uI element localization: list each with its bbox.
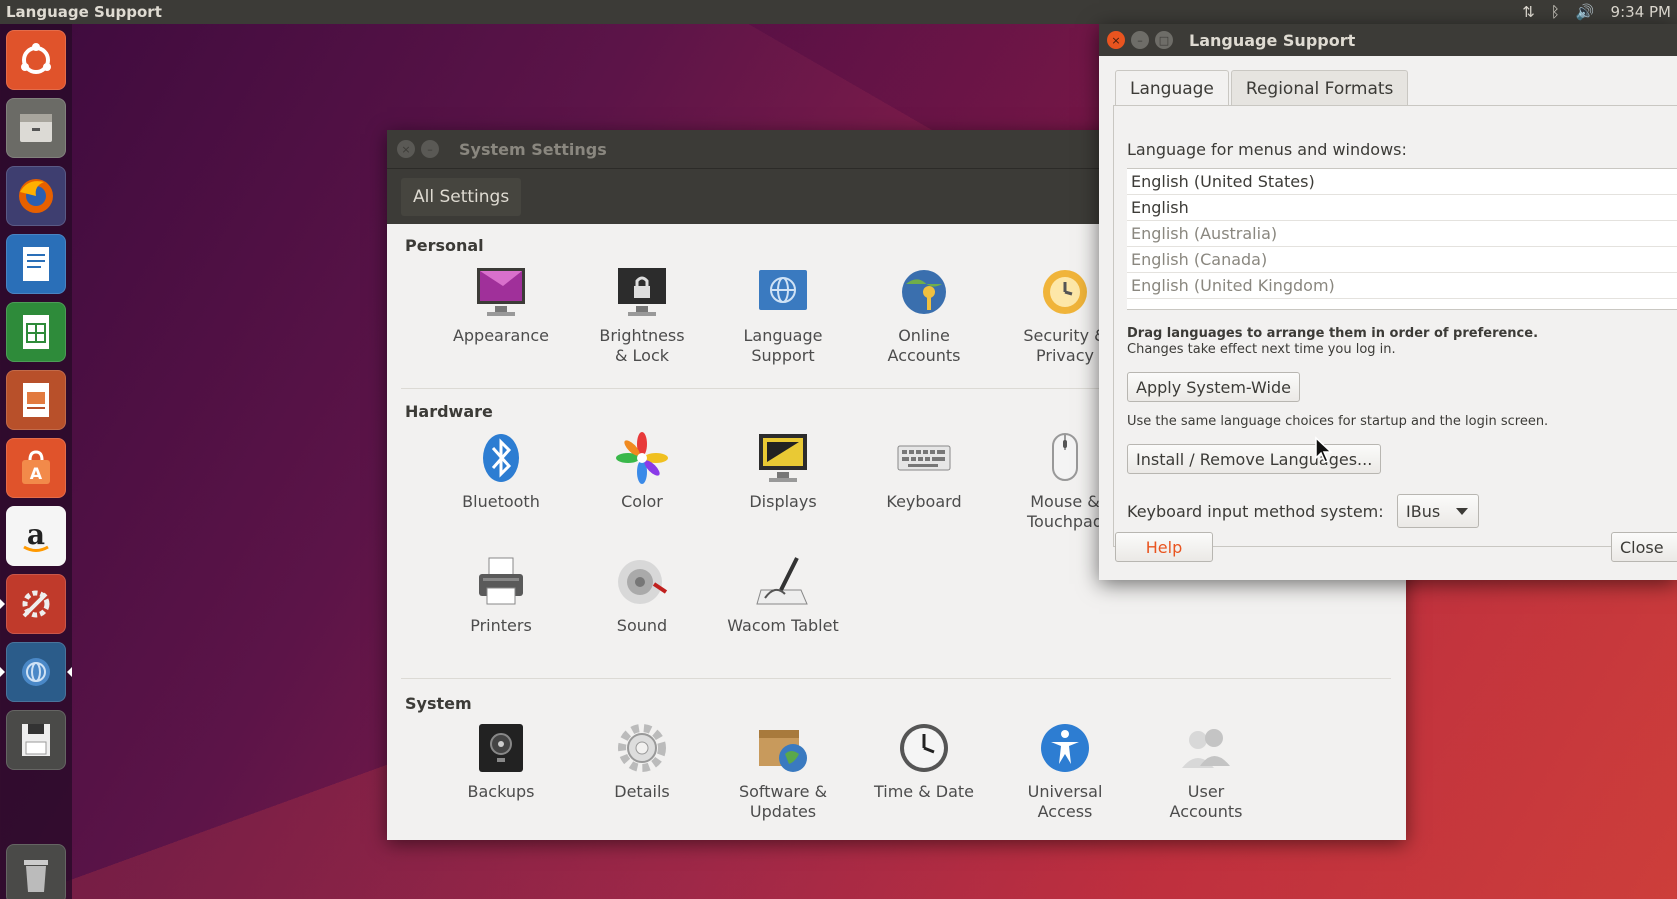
clock-icon: [900, 724, 948, 772]
list-item[interactable]: English (Canada): [1127, 247, 1677, 273]
online-accounts-icon: [902, 270, 946, 314]
close-icon[interactable]: ×: [397, 140, 415, 158]
setting-wacom-tablet[interactable]: Wacom Tablet: [718, 554, 848, 636]
universal-access-icon: [1041, 724, 1089, 772]
software-updates-icon: [759, 730, 807, 772]
section-label-personal: Personal: [405, 236, 484, 255]
minimize-icon[interactable]: –: [1131, 31, 1149, 49]
calc-icon[interactable]: [6, 302, 66, 362]
printer-icon: [479, 557, 523, 605]
gear-icon: [618, 724, 666, 772]
close-button[interactable]: Close: [1611, 532, 1677, 562]
list-item[interactable]: English (Australia): [1127, 221, 1677, 247]
setting-details[interactable]: Details: [577, 720, 707, 802]
software-center-icon[interactable]: A: [6, 438, 66, 498]
drag-hint: Drag languages to arrange them in order …: [1127, 326, 1539, 341]
setting-printers[interactable]: Printers: [436, 554, 566, 636]
bluetooth-icon: [483, 434, 519, 482]
active-app-title: Language Support: [6, 3, 162, 21]
language-list[interactable]: English (United States) English English …: [1127, 168, 1677, 310]
focused-indicator-icon: [67, 667, 72, 677]
window-title: System Settings: [459, 139, 607, 159]
clock[interactable]: 9:34 PM: [1611, 3, 1671, 21]
display-icon: [759, 434, 807, 482]
tab-language[interactable]: Language: [1115, 70, 1229, 106]
apply-description: Use the same language choices for startu…: [1127, 414, 1549, 429]
setting-brightness-lock[interactable]: Brightness & Lock: [577, 264, 707, 366]
floppy-icon[interactable]: [6, 710, 66, 770]
svg-text:a: a: [27, 518, 45, 551]
maximize-icon[interactable]: □: [1155, 31, 1173, 49]
trash-icon[interactable]: [6, 844, 66, 899]
language-support-icon[interactable]: [6, 642, 66, 702]
tab-regional-formats[interactable]: Regional Formats: [1230, 70, 1409, 106]
chevron-down-icon: [1456, 508, 1468, 515]
appearance-icon: [477, 268, 525, 316]
language-support-window: × – □ Language Support Language Regional…: [1099, 24, 1677, 580]
network-icon[interactable]: ⇅: [1522, 3, 1535, 21]
changes-hint: Changes take effect next time you log in…: [1127, 342, 1396, 357]
setting-backups[interactable]: Backups: [436, 720, 566, 802]
setting-online-accounts[interactable]: Online Accounts: [859, 264, 989, 366]
apply-system-wide-button[interactable]: Apply System-Wide: [1127, 372, 1300, 402]
keyboard-input-method-select[interactable]: IBus: [1397, 494, 1479, 528]
sound-icon: [618, 560, 668, 604]
tab-bar: Language Regional Formats: [1115, 70, 1410, 106]
help-button[interactable]: Help: [1115, 532, 1213, 562]
setting-language-support[interactable]: Language Support: [718, 264, 848, 366]
running-indicator-icon: [0, 599, 5, 609]
mouse-cursor-icon: [1315, 436, 1333, 463]
keyboard-input-method-label: Keyboard input method system:: [1127, 502, 1384, 521]
setting-universal-access[interactable]: Universal Access: [1000, 720, 1130, 822]
window-title: Language Support: [1189, 30, 1356, 50]
files-icon[interactable]: [6, 98, 66, 158]
section-label-hardware: Hardware: [405, 402, 493, 421]
list-item[interactable]: English (United States): [1127, 169, 1677, 195]
lock-icon: [618, 268, 666, 316]
setting-sound[interactable]: Sound: [577, 554, 707, 636]
menus-language-label: Language for menus and windows:: [1127, 140, 1407, 159]
svg-text:A: A: [30, 464, 43, 483]
launcher: A a: [0, 24, 72, 899]
running-indicator-icon: [0, 667, 5, 677]
system-tray: ⇅ ᛒ 🔊 9:34 PM: [1522, 0, 1671, 24]
setting-keyboard[interactable]: Keyboard: [859, 430, 989, 512]
volume-icon[interactable]: 🔊: [1576, 3, 1595, 21]
user-accounts-icon: [1182, 729, 1230, 768]
system-settings-icon[interactable]: [6, 574, 66, 634]
section-label-system: System: [405, 694, 472, 713]
ubuntu-dash-icon[interactable]: [6, 30, 66, 90]
setting-color[interactable]: Color: [577, 430, 707, 512]
firefox-icon[interactable]: [6, 166, 66, 226]
wacom-tablet-icon: [756, 557, 808, 605]
setting-displays[interactable]: Displays: [718, 430, 848, 512]
color-icon: [616, 432, 668, 484]
list-item[interactable]: English (United Kingdom): [1127, 273, 1677, 299]
mouse-icon: [1052, 433, 1078, 481]
section-separator: [401, 678, 1391, 679]
setting-user-accounts[interactable]: User Accounts: [1141, 720, 1271, 822]
impress-icon[interactable]: [6, 370, 66, 430]
setting-bluetooth[interactable]: Bluetooth: [436, 430, 566, 512]
close-icon[interactable]: ×: [1107, 31, 1125, 49]
all-settings-button[interactable]: All Settings: [401, 177, 522, 216]
backups-icon: [479, 724, 523, 772]
setting-appearance[interactable]: Appearance: [436, 264, 566, 346]
minimize-icon[interactable]: –: [421, 140, 439, 158]
top-panel: Language Support ⇅ ᛒ 🔊 9:34 PM: [0, 0, 1677, 24]
bluetooth-icon[interactable]: ᛒ: [1551, 3, 1560, 21]
install-remove-languages-button[interactable]: Install / Remove Languages...: [1127, 444, 1382, 474]
writer-icon[interactable]: [6, 234, 66, 294]
amazon-icon[interactable]: a: [6, 506, 66, 566]
security-privacy-icon: [1043, 270, 1087, 314]
select-value: IBus: [1406, 501, 1441, 521]
keyboard-icon: [897, 445, 951, 471]
list-item[interactable]: English: [1127, 195, 1677, 221]
language-icon: [759, 270, 807, 310]
setting-software-updates[interactable]: Software & Updates: [718, 720, 848, 822]
language-support-titlebar: × – □ Language Support: [1099, 24, 1677, 56]
setting-time-date[interactable]: Time & Date: [859, 720, 989, 802]
